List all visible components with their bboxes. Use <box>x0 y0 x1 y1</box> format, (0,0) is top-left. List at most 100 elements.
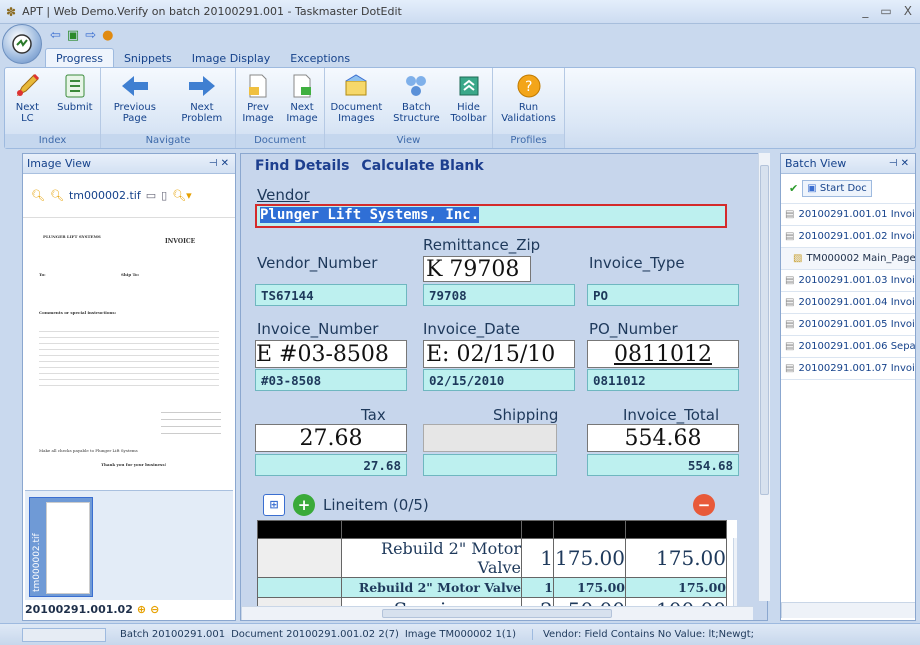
next-image-button[interactable]: Next Image <box>286 72 318 124</box>
prev-image-icon <box>243 72 273 100</box>
remittance-zip-label: Remittance_Zip <box>423 236 541 254</box>
ribbon: Next LC Submit Index Previous Page Next … <box>4 67 916 149</box>
invoice-image[interactable]: PLUNGER LIFT SYSTEMS INVOICE To: Ship To… <box>31 226 227 486</box>
shipping-snippet <box>423 424 557 452</box>
batch-item-label: 20100291.001.03 Invoice <box>798 275 915 286</box>
lineitem-row[interactable]: Rebuild 2" Motor Valve 1 175.00 175.00 <box>257 577 727 598</box>
next-lc-button[interactable]: Next LC <box>12 72 42 124</box>
qat-help-icon[interactable]: ● <box>102 28 113 43</box>
add-lineitem-button[interactable]: + <box>293 494 315 516</box>
window-title: APT | Web Demo.Verify on batch 20100291.… <box>22 5 402 18</box>
zoom-in-icon[interactable]: 🔍︎ <box>31 189 45 202</box>
thumbnail-selected[interactable]: tm000002.tif <box>29 497 93 597</box>
image-view-pin-close[interactable]: ⊣ ✕ <box>209 158 229 169</box>
start-doc-icon: ▣ <box>807 183 820 194</box>
thumbnail-footer: 20100291.001.02 ⊕ ⊖ <box>25 600 159 618</box>
zoom-out-icon[interactable]: 🔍︎ <box>50 189 64 202</box>
group-document: Prev Image Next Image Document <box>236 68 325 148</box>
quick-access-toolbar: ⇦ ▣ ⇨ ● <box>50 26 113 44</box>
thumb-zoom-out-icon[interactable]: ⊖ <box>150 603 159 616</box>
form-hscrollbar[interactable] <box>241 606 753 620</box>
lineitem-total[interactable]: 175.00 <box>625 577 727 598</box>
minimize-button[interactable]: _ <box>862 4 868 18</box>
tax-snippet: 27.68 <box>255 424 407 452</box>
previous-page-button[interactable]: Previous Page <box>114 72 156 124</box>
po-number-field[interactable]: 0811012 <box>587 369 739 391</box>
preview-comments: Comments or special instructions: <box>39 310 117 315</box>
document-images-button[interactable]: Document Images <box>330 72 382 124</box>
vscroll-thumb[interactable] <box>760 165 769 495</box>
submit-button[interactable]: Submit <box>57 72 93 124</box>
invoice-date-field[interactable]: 02/15/2010 <box>423 369 575 391</box>
prev-image-button[interactable]: Prev Image <box>242 72 274 124</box>
batch-hscrollbar[interactable] <box>781 602 915 618</box>
expand-lineitem-button[interactable]: ⊞ <box>263 494 285 516</box>
remittance-zip-field[interactable]: 79708 <box>423 284 575 306</box>
hide-toolbar-button[interactable]: Hide Toolbar <box>451 72 487 124</box>
lineitem-price[interactable]: 175.00 <box>553 577 626 598</box>
hscroll-thumb[interactable] <box>382 609 612 618</box>
zoom-menu-icon[interactable]: 🔍︎▾ <box>172 189 192 202</box>
batch-item[interactable]: ▤ 20100291.001.01 Invoice <box>781 204 915 226</box>
thumb-zoom-in-icon[interactable]: ⊕ <box>137 603 146 616</box>
batch-structure-button[interactable]: Batch Structure <box>393 72 440 124</box>
find-details-link[interactable]: Find Details <box>255 158 349 174</box>
vendor-field[interactable]: Plunger Lift Systems, Inc. <box>255 204 727 228</box>
start-doc-label: Start Doc <box>819 183 867 194</box>
calculate-blank-link[interactable]: Calculate Blank <box>361 158 483 174</box>
batch-item-label: TM000002 Main_Page <box>806 253 915 264</box>
doc-icon: ▤ <box>785 231 795 242</box>
tab-exceptions[interactable]: Exceptions <box>280 49 360 68</box>
qat-save-icon[interactable]: ▣ <box>67 28 79 43</box>
tab-image-display[interactable]: Image Display <box>182 49 281 68</box>
invoice-total-field[interactable]: 554.68 <box>587 454 739 476</box>
lineitem-scrollbar[interactable] <box>733 538 737 610</box>
lineitem-desc[interactable]: Rebuild 2" Motor Valve <box>341 577 522 598</box>
batch-item[interactable]: ▤ 20100291.001.07 Invoice <box>781 358 915 380</box>
check-icon[interactable]: ✔ <box>789 182 798 195</box>
qat-back-icon[interactable]: ⇦ <box>50 28 61 43</box>
batch-item[interactable]: ▤ 20100291.001.05 Invoice <box>781 314 915 336</box>
next-problem-button[interactable]: Next Problem <box>181 72 222 124</box>
batch-item[interactable]: ▤ 20100291.001.03 Invoice <box>781 270 915 292</box>
shipping-field[interactable] <box>423 454 557 476</box>
batch-view-pin-close[interactable]: ⊣ ✕ <box>889 158 909 169</box>
page-copy-icon[interactable]: ▯ <box>161 189 167 202</box>
tab-progress[interactable]: Progress <box>45 48 114 68</box>
vendor-number-field[interactable]: TS67144 <box>255 284 407 306</box>
doc-icon: ▤ <box>785 363 795 374</box>
qat-forward-icon[interactable]: ⇨ <box>85 28 96 43</box>
batch-item-page[interactable]: ▧ TM000002 Main_Page <box>781 248 915 270</box>
batch-item[interactable]: ▤ 20100291.001.04 Invoice <box>781 292 915 314</box>
page-icon[interactable]: ▭ <box>146 189 156 202</box>
vendor-label: Vendor <box>257 186 310 204</box>
invoice-number-label: Invoice_Number <box>257 320 379 338</box>
batch-item[interactable]: ▤ 20100291.001.02 Invoice <box>781 226 915 248</box>
snippet-total: 175.00 <box>625 538 727 578</box>
remittance-zip-snippet: K 79708 <box>423 256 531 282</box>
po-number-label: PO_Number <box>589 320 678 338</box>
remove-lineitem-button[interactable]: − <box>693 494 715 516</box>
application-menu-button[interactable] <box>2 24 42 64</box>
preview-to: To: <box>39 272 46 277</box>
maximize-button[interactable]: ▭ <box>880 4 891 18</box>
previous-page-label: Previous Page <box>113 102 156 124</box>
invoice-type-field[interactable]: PO <box>587 284 739 306</box>
form-vscrollbar[interactable] <box>758 153 770 601</box>
lineitem-qty[interactable]: 1 <box>521 577 554 598</box>
invoice-number-field[interactable]: #03-8508 <box>255 369 407 391</box>
preview-lines <box>39 326 219 386</box>
run-validations-label: Run Validations <box>501 102 556 124</box>
invoice-type-label: Invoice_Type <box>589 254 685 272</box>
tax-label: Tax <box>361 406 386 424</box>
batch-view-header: Batch View ⊣ ✕ <box>781 154 915 174</box>
next-image-icon <box>287 72 317 100</box>
snippet-price: 175.00 <box>553 538 626 578</box>
close-button[interactable]: X <box>904 4 912 18</box>
start-doc-button[interactable]: ▣ Start Doc <box>802 180 872 197</box>
run-validations-button[interactable]: ? Run Validations <box>501 72 556 124</box>
batch-item[interactable]: ▤20100291.001.06 Separato <box>781 336 915 358</box>
tax-field[interactable]: 27.68 <box>255 454 407 476</box>
hide-toolbar-icon <box>454 72 484 100</box>
tab-snippets[interactable]: Snippets <box>114 49 182 68</box>
